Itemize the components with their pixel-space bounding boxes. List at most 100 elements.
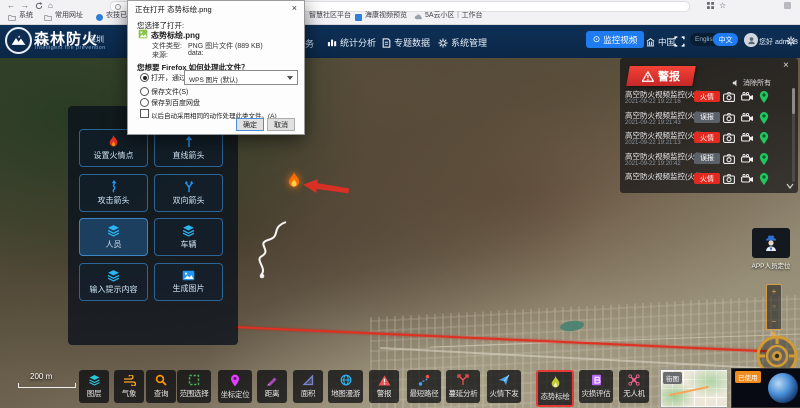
- camera-icon[interactable]: [723, 92, 735, 102]
- straight-arrow-icon: [183, 135, 195, 148]
- location-pin-icon[interactable]: [759, 90, 769, 104]
- city-label[interactable]: 深圳: [88, 34, 104, 45]
- settings-gear-icon[interactable]: [786, 36, 796, 46]
- extension-icon[interactable]: [707, 2, 714, 9]
- radio-save-baidu[interactable]: [140, 98, 149, 107]
- toolbar-search[interactable]: 查询: [146, 370, 176, 403]
- nav-item-thematic-data[interactable]: 专题数据: [382, 36, 430, 49]
- ok-button[interactable]: 确定: [236, 118, 264, 131]
- ptz-camera-icon[interactable]: [741, 154, 754, 164]
- ptz-camera-icon[interactable]: [741, 133, 754, 143]
- remember-checkbox[interactable]: [140, 109, 149, 118]
- language-toggle[interactable]: English 中文: [690, 33, 738, 46]
- nav-item-statistics[interactable]: 统计分析: [327, 36, 376, 49]
- plot-icon: [550, 376, 561, 389]
- alarm-row[interactable]: 高空防火视频监控(火警) 2021-09-22 19:20:42 误报: [620, 150, 798, 170]
- toolbar-fire-dispatch[interactable]: 火情下发: [487, 370, 521, 403]
- nav-item-label: 统计分析: [340, 36, 376, 49]
- fire-marker-icon[interactable]: [287, 172, 301, 189]
- ptz-camera-icon[interactable]: [741, 174, 754, 184]
- zoom-out-icon[interactable]: −: [772, 318, 777, 326]
- button-label: 设置火情点: [94, 150, 134, 161]
- camera-icon[interactable]: [723, 113, 735, 123]
- bookmark-star-icon[interactable]: ☆: [719, 1, 726, 10]
- camera-icon[interactable]: [723, 174, 735, 184]
- browser-menu-icon[interactable]: [784, 2, 791, 9]
- ptz-camera-icon[interactable]: [741, 92, 754, 102]
- alarm-row[interactable]: 高空防火视频监控(火警) 2021-09-22 19:22:16 火情: [620, 88, 798, 108]
- ptz-camera-icon[interactable]: [741, 113, 754, 123]
- toolbar-area[interactable]: 面积: [293, 370, 323, 403]
- toolbar-shortest-path[interactable]: 最短路径: [407, 370, 441, 403]
- nav-item-label: 系统管理: [451, 36, 487, 49]
- attack-arrow-button[interactable]: 攻击箭头: [79, 174, 148, 212]
- avatar[interactable]: [744, 33, 758, 47]
- country-selector[interactable]: 中国: [646, 36, 675, 48]
- personnel-button[interactable]: 人员: [79, 218, 148, 256]
- location-pin-icon[interactable]: [759, 152, 769, 166]
- lang-chinese[interactable]: 中文: [713, 33, 738, 46]
- alarm-tag[interactable]: 误报: [694, 153, 720, 164]
- toolbar-spread-analysis[interactable]: 蔓延分析: [446, 370, 480, 403]
- source-label: 来源:: [152, 50, 168, 60]
- location-pin-icon[interactable]: [759, 172, 769, 186]
- bookmark-item[interactable]: 智慧社区平台: [309, 10, 351, 22]
- scrollbar-thumb[interactable]: [792, 88, 795, 114]
- toolbar-distance[interactable]: 距离: [257, 370, 287, 403]
- radio-save-baidu-label[interactable]: 保存到百度网盘: [151, 98, 200, 108]
- alarm-tag[interactable]: 火情: [694, 173, 720, 184]
- alarm-row-time: 2021-09-22 19:22:16: [625, 99, 681, 105]
- bookmark-item[interactable]: 常用网址: [55, 10, 83, 22]
- alarm-row[interactable]: 高空防火视频监控(火警) 2021-09-22 19:21:43 误报: [620, 109, 798, 129]
- camera-icon[interactable]: [723, 133, 735, 143]
- bookmark-item[interactable]: 5A云小区｜工作台: [425, 10, 483, 22]
- close-icon[interactable]: ×: [783, 60, 789, 71]
- app-locator-button[interactable]: [752, 228, 790, 258]
- zoom-in-icon[interactable]: +: [772, 288, 777, 296]
- camera-icon[interactable]: [723, 154, 735, 164]
- radio-save-file[interactable]: [140, 87, 149, 96]
- radio-open-with[interactable]: [140, 73, 149, 82]
- layers-icon: [182, 224, 195, 237]
- forward-icon[interactable]: →: [21, 1, 29, 10]
- alarm-panel: 警报 × 消除所有 高空防火视频监控(火警) 2021-09-22 19:22:…: [620, 58, 798, 193]
- location-pin-icon[interactable]: [759, 111, 769, 125]
- toolbar-map-roam[interactable]: 地图漫游: [328, 370, 363, 403]
- input-hint-button[interactable]: 输入提示内容: [79, 263, 148, 301]
- alarm-row[interactable]: 高空防火视频监控(火警) 火情: [620, 170, 798, 190]
- button-label: 攻击箭头: [98, 195, 130, 206]
- open-with-dropdown[interactable]: WPS 图片 (默认): [184, 70, 298, 85]
- chevron-down-icon[interactable]: [786, 183, 794, 189]
- fullscreen-icon[interactable]: [674, 36, 685, 47]
- alarm-tag[interactable]: 火情: [694, 91, 720, 102]
- bookmark-item[interactable]: 系统: [19, 10, 33, 22]
- clear-all-button[interactable]: 消除所有: [732, 78, 771, 88]
- toolbar-alarm[interactable]: 警报: [369, 370, 399, 403]
- back-icon[interactable]: ←: [7, 1, 15, 10]
- reload-icon[interactable]: [35, 2, 43, 10]
- toolbar-drone[interactable]: 无人机: [619, 370, 649, 403]
- home-icon[interactable]: ⌂: [48, 1, 53, 10]
- toolbar-layers[interactable]: 图层: [79, 370, 109, 403]
- toolbar-range-select[interactable]: 范围选择: [177, 370, 211, 403]
- nav-item-partial[interactable]: 务: [305, 37, 314, 50]
- generate-image-button[interactable]: 生成图片: [154, 263, 223, 301]
- close-icon[interactable]: ×: [292, 3, 297, 13]
- radio-save-file-label[interactable]: 保存文件(S): [151, 87, 188, 97]
- alarm-tag[interactable]: 误报: [694, 112, 720, 123]
- fork-arrow-button[interactable]: 双向箭头: [154, 174, 223, 212]
- alarm-tag[interactable]: 火情: [694, 132, 720, 143]
- bookmark-item[interactable]: 海康视频预览: [365, 10, 407, 22]
- location-pin-icon[interactable]: [759, 131, 769, 145]
- toolbar-damage-assess[interactable]: 灾损评估: [579, 370, 613, 403]
- alarm-row[interactable]: 高空防火视频监控(火警) 2021-09-22 19:21:13 火情: [620, 129, 798, 149]
- toolbar-weather[interactable]: 气象: [114, 370, 144, 403]
- zoom-reset-icon[interactable]: ○: [772, 303, 776, 311]
- nav-item-system-mgmt[interactable]: 系统管理: [438, 36, 487, 49]
- toolbar-coordinate-locate[interactable]: 坐标定位: [218, 370, 252, 403]
- vehicle-button[interactable]: 车辆: [154, 218, 223, 256]
- toolbar-situation-plot[interactable]: 态势标绘: [536, 370, 574, 407]
- cancel-button[interactable]: 取消: [267, 118, 295, 131]
- zoom-strip[interactable]: + ○ −: [766, 284, 782, 330]
- monitor-video-button[interactable]: ⊙ 监控视频: [586, 31, 644, 48]
